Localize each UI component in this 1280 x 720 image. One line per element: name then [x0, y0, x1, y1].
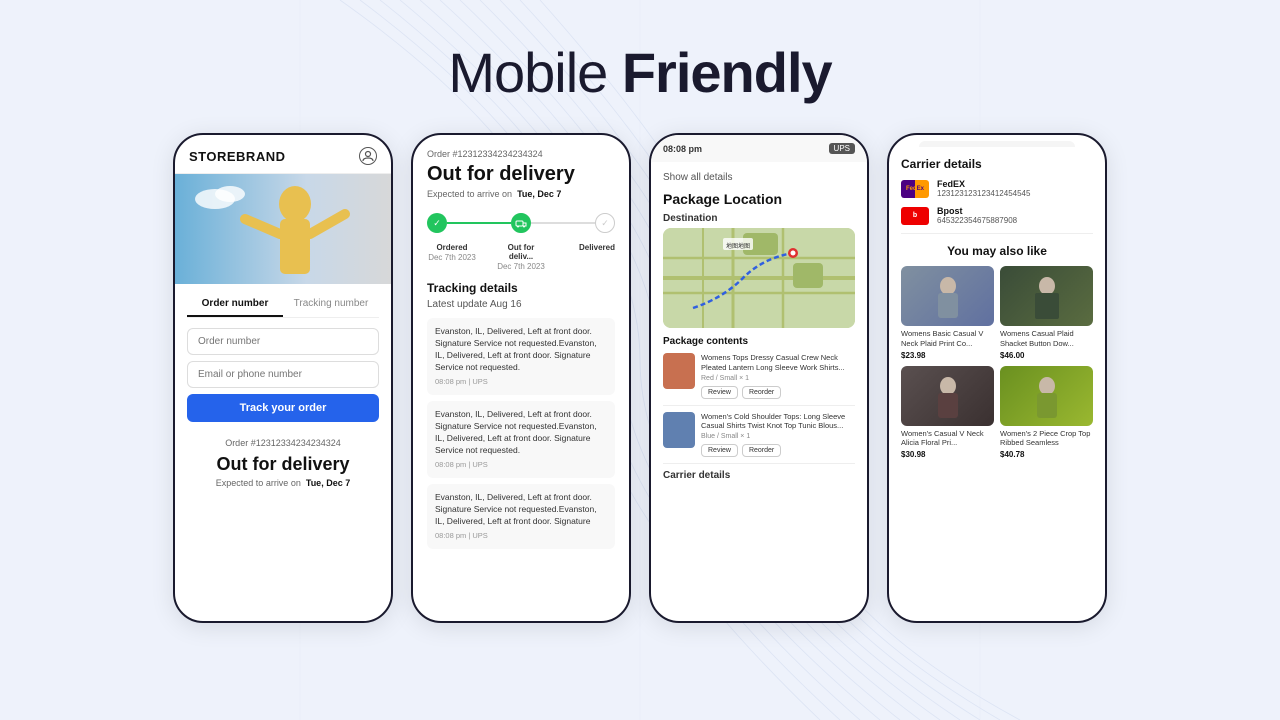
page-header: Mobile Friendly [448, 40, 831, 105]
bpost-logo: b [901, 207, 929, 225]
p1-status-title: Out for delivery [175, 454, 391, 476]
p3-product-1: Womens Tops Dressy Casual Crew Neck Plea… [663, 353, 855, 406]
p3-time: 08:08 pm [663, 144, 702, 154]
tab-order-number[interactable]: Order number [187, 292, 283, 317]
phone-2: Order #12312334234234324 Out for deliver… [411, 133, 631, 623]
p4-you-may-like: You may also like [901, 244, 1093, 258]
p4-product-4: Women's 2 Piece Crop Top Ribbed Seamless… [1000, 366, 1093, 460]
svg-text:地图地图: 地图地图 [726, 242, 750, 250]
p1-brand: STOREBRAND [189, 149, 286, 164]
label-delivered: Delivered [565, 243, 615, 271]
label-out-for-delivery: Out for deliv... Dec 7th 2023 [496, 243, 546, 271]
label-ordered: Ordered Dec 7th 2023 [427, 243, 477, 271]
p1-hero-image [175, 174, 391, 284]
p2-latest-update: Latest update Aug 16 [427, 299, 615, 310]
line-2 [531, 222, 595, 224]
review-btn-2[interactable]: Review [701, 444, 738, 457]
fedex-logo: FedEx [901, 180, 929, 198]
phone-1: STOREBRAND [173, 133, 393, 623]
p4-product-img-3 [901, 366, 994, 426]
p4-carrier-title: Carrier details [901, 157, 1093, 171]
p2-order-number: Order #12312334234234324 [427, 149, 615, 159]
reorder-btn-1[interactable]: Reorder [742, 386, 781, 399]
carrier-bpost: b Bpost 645322354675887908 [901, 206, 1093, 225]
p3-carrier-section: Carrier details [663, 470, 855, 481]
reorder-btn-2[interactable]: Reorder [742, 444, 781, 457]
p1-expected: Expected to arrive on Tue, Dec 7 [175, 478, 391, 488]
review-btn-1[interactable]: Review [701, 386, 738, 399]
header-title-bold: Friendly [622, 41, 832, 104]
p3-carrier-badge: UPS [829, 143, 855, 154]
p2-step-labels: Ordered Dec 7th 2023 Out for deliv... De… [427, 243, 615, 271]
p2-progress-bar: ✓ ✓ [427, 213, 615, 233]
tracking-item-1: Evanston, IL, Delivered, Left at front d… [427, 318, 615, 395]
track-order-button[interactable]: Track your order [187, 394, 379, 422]
p3-product-info-1: Womens Tops Dressy Casual Crew Neck Plea… [701, 353, 855, 399]
phones-container: STOREBRAND [173, 133, 1107, 623]
carrier-fedex: FedEx FedEX 123123123123412454545 [901, 179, 1093, 198]
p3-dest-label: Destination [663, 213, 855, 224]
user-icon[interactable] [359, 147, 377, 165]
p1-tabs: Order number Tracking number [187, 292, 379, 318]
p3-product-img-1 [663, 353, 695, 389]
step-ordered: ✓ [427, 213, 447, 233]
p3-section-title: Package Location [663, 191, 855, 207]
p4-products-grid: Womens Basic Casual V Neck Plaid Print C… [901, 266, 1093, 459]
line-1 [447, 222, 511, 224]
bpost-info: Bpost 645322354675887908 [937, 206, 1017, 225]
step-out-for-delivery [511, 213, 531, 233]
p4-product-2: Womens Casual Plaid Shacket Button Dow..… [1000, 266, 1093, 360]
p4-product-img-4 [1000, 366, 1093, 426]
p3-content: Show all details Package Location Destin… [651, 162, 867, 491]
p3-product-btns-2: Review Reorder [701, 444, 855, 457]
p4-product-img-1 [901, 266, 994, 326]
p4-product-1: Womens Basic Casual V Neck Plaid Print C… [901, 266, 994, 360]
p4-content: Carrier details FedEx FedEX 123123123123… [889, 147, 1105, 469]
tracking-item-2: Evanston, IL, Delivered, Left at front d… [427, 401, 615, 478]
fedex-info: FedEX 123123123123412454545 [937, 179, 1030, 198]
p3-product-info-2: Women's Cold Shoulder Tops: Long Sleeve … [701, 412, 855, 458]
step-delivered: ✓ [595, 213, 615, 233]
p3-show-all[interactable]: Show all details [663, 172, 855, 183]
p3-pkg-title: Package contents [663, 336, 855, 347]
p4-product-img-2 [1000, 266, 1093, 326]
p4-product-3: Women's Casual V Neck Alicia Floral Pri.… [901, 366, 994, 460]
p3-map: 地图地图 [663, 228, 855, 328]
p1-header: STOREBRAND [175, 135, 391, 174]
p1-inputs: Track your order [175, 318, 391, 432]
tracking-item-3: Evanston, IL, Delivered, Left at front d… [427, 484, 615, 549]
phone-4: Carrier details FedEx FedEX 123123123123… [887, 133, 1107, 623]
order-number-input[interactable] [187, 328, 379, 355]
p3-topbar: 08:08 pm UPS [651, 135, 867, 162]
p1-order-number: Order #12312334234234324 [175, 438, 391, 448]
header-title-normal: Mobile [448, 41, 622, 104]
p3-product-btns-1: Review Reorder [701, 386, 855, 399]
p2-content: Order #12312334234234324 Out for deliver… [413, 135, 629, 621]
p3-product-img-2 [663, 412, 695, 448]
tab-tracking-number[interactable]: Tracking number [283, 292, 379, 317]
p2-tracking-section: Tracking details [427, 281, 615, 295]
email-input[interactable] [187, 361, 379, 388]
p3-product-2: Women's Cold Shoulder Tops: Long Sleeve … [663, 412, 855, 465]
p2-expected: Expected to arrive on Tue, Dec 7 [427, 189, 615, 199]
phone-3: 08:08 pm UPS Show all details Package Lo… [649, 133, 869, 623]
p2-status-title: Out for delivery [427, 163, 615, 186]
